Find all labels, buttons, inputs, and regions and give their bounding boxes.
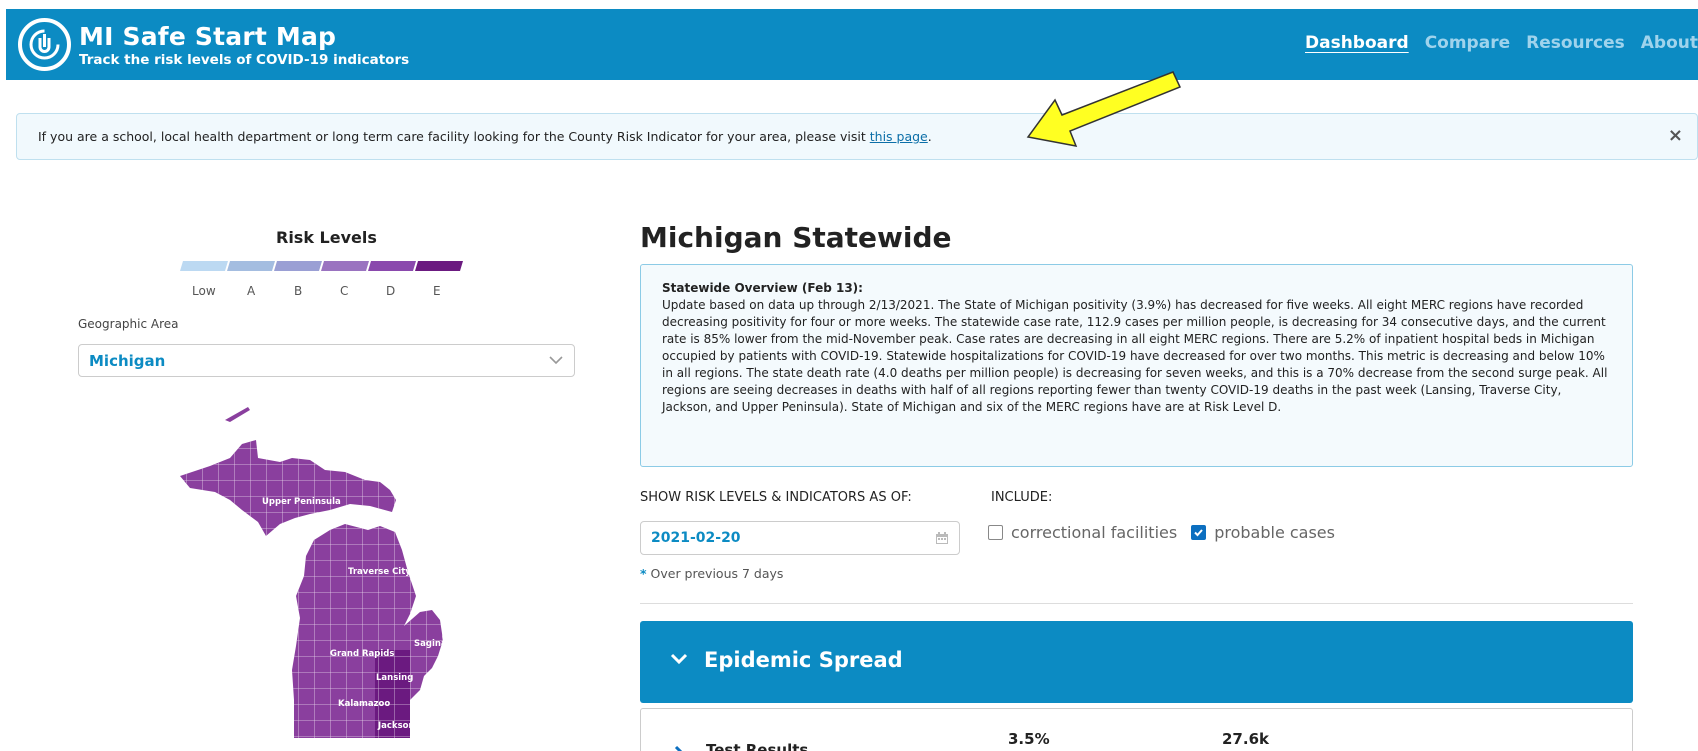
risk-scale <box>180 261 463 271</box>
epidemic-spread-panel[interactable]: Epidemic Spread <box>640 621 1633 703</box>
show-as-of-label: SHOW RISK LEVELS & INDICATORS AS OF: <box>640 490 912 505</box>
probable-cases-label[interactable]: probable cases <box>1214 523 1335 542</box>
nav-compare[interactable]: Compare <box>1425 33 1510 53</box>
annotation-arrow-icon <box>1026 71 1182 147</box>
geo-area-value: Michigan <box>89 352 166 370</box>
test-count-value: 27.6k <box>1222 730 1269 748</box>
risk-swatch-d <box>368 261 416 271</box>
map-label-detroit: Detroit <box>424 696 458 706</box>
correctional-facilities-label[interactable]: correctional facilities <box>1011 523 1177 542</box>
geo-area-label: Geographic Area <box>78 317 179 331</box>
map-label-traverse-city: Traverse City <box>348 567 411 577</box>
risk-label-a: A <box>247 284 256 298</box>
map-label-grand-rapids: Grand Rapids <box>330 649 394 659</box>
main-nav: Dashboard Compare Resources About <box>1289 33 1698 53</box>
banner-link[interactable]: this page <box>870 129 928 144</box>
include-label: INCLUDE: <box>991 490 1053 505</box>
logo-icon[interactable] <box>18 18 71 71</box>
map-label-jackson: Jackson <box>377 721 415 731</box>
test-positivity-value: 3.5% <box>1008 730 1050 748</box>
overview-text: Update based on data up through 2/13/202… <box>662 298 1608 414</box>
nav-about[interactable]: About <box>1641 33 1698 53</box>
probable-cases-checkbox[interactable] <box>1191 525 1207 540</box>
nav-resources[interactable]: Resources <box>1526 33 1625 53</box>
map-label-lansing: Lansing <box>376 673 413 683</box>
risk-swatch-e <box>415 261 463 271</box>
date-value: 2021-02-20 <box>651 530 741 546</box>
risk-label-b: B <box>294 284 303 298</box>
app-title: MI Safe Start Map <box>79 22 337 51</box>
include-options: correctional facilities probable cases <box>988 523 1349 542</box>
chevron-down-icon <box>670 653 688 665</box>
risk-swatch-c <box>321 261 369 271</box>
geo-area-select[interactable]: Michigan <box>78 344 575 377</box>
calendar-icon[interactable] <box>935 531 949 545</box>
map-label-saginaw: Saginaw <box>414 639 455 649</box>
overview-heading: Statewide Overview (Feb 13): <box>662 281 863 295</box>
close-icon[interactable]: × <box>1668 125 1683 146</box>
map-region-isle-royale[interactable] <box>225 407 250 422</box>
page-title: Michigan Statewide <box>640 221 952 254</box>
epidemic-spread-title: Epidemic Spread <box>704 648 903 672</box>
risk-labels: Low A B C D E <box>184 284 474 300</box>
risk-swatch-a <box>227 261 275 271</box>
risk-swatch-low <box>180 261 228 271</box>
risk-swatch-b <box>274 261 322 271</box>
date-input[interactable]: 2021-02-20 <box>640 521 960 555</box>
divider <box>640 603 1633 604</box>
michigan-map[interactable]: Upper Peninsula Traverse City Grand Rapi… <box>170 400 490 745</box>
check-icon <box>1194 529 1203 537</box>
app-subtitle: Track the risk levels of COVID-19 indica… <box>79 52 410 68</box>
test-results-row[interactable]: Test Results 3.5% 27.6k <box>640 708 1633 751</box>
nav-dashboard[interactable]: Dashboard <box>1305 33 1409 53</box>
map-label-upper-peninsula: Upper Peninsula <box>262 497 341 507</box>
info-banner: If you are a school, local health depart… <box>16 113 1698 160</box>
chevron-down-icon <box>549 356 563 365</box>
risk-label-d: D <box>386 284 396 298</box>
risk-levels-title: Risk Levels <box>276 228 377 247</box>
footnote: * Over previous 7 days <box>640 566 784 581</box>
correctional-facilities-checkbox[interactable] <box>988 525 1003 540</box>
test-results-label: Test Results <box>706 741 809 751</box>
risk-label-low: Low <box>192 284 216 298</box>
risk-label-c: C <box>340 284 349 298</box>
app-header: MI Safe Start Map Track the risk levels … <box>6 9 1698 80</box>
chevron-right-icon <box>674 745 683 751</box>
map-label-kalamazoo: Kalamazoo <box>338 699 390 709</box>
banner-text: If you are a school, local health depart… <box>38 129 932 144</box>
statewide-overview-box: Statewide Overview (Feb 13): Update base… <box>640 264 1633 467</box>
risk-label-e: E <box>433 284 441 298</box>
